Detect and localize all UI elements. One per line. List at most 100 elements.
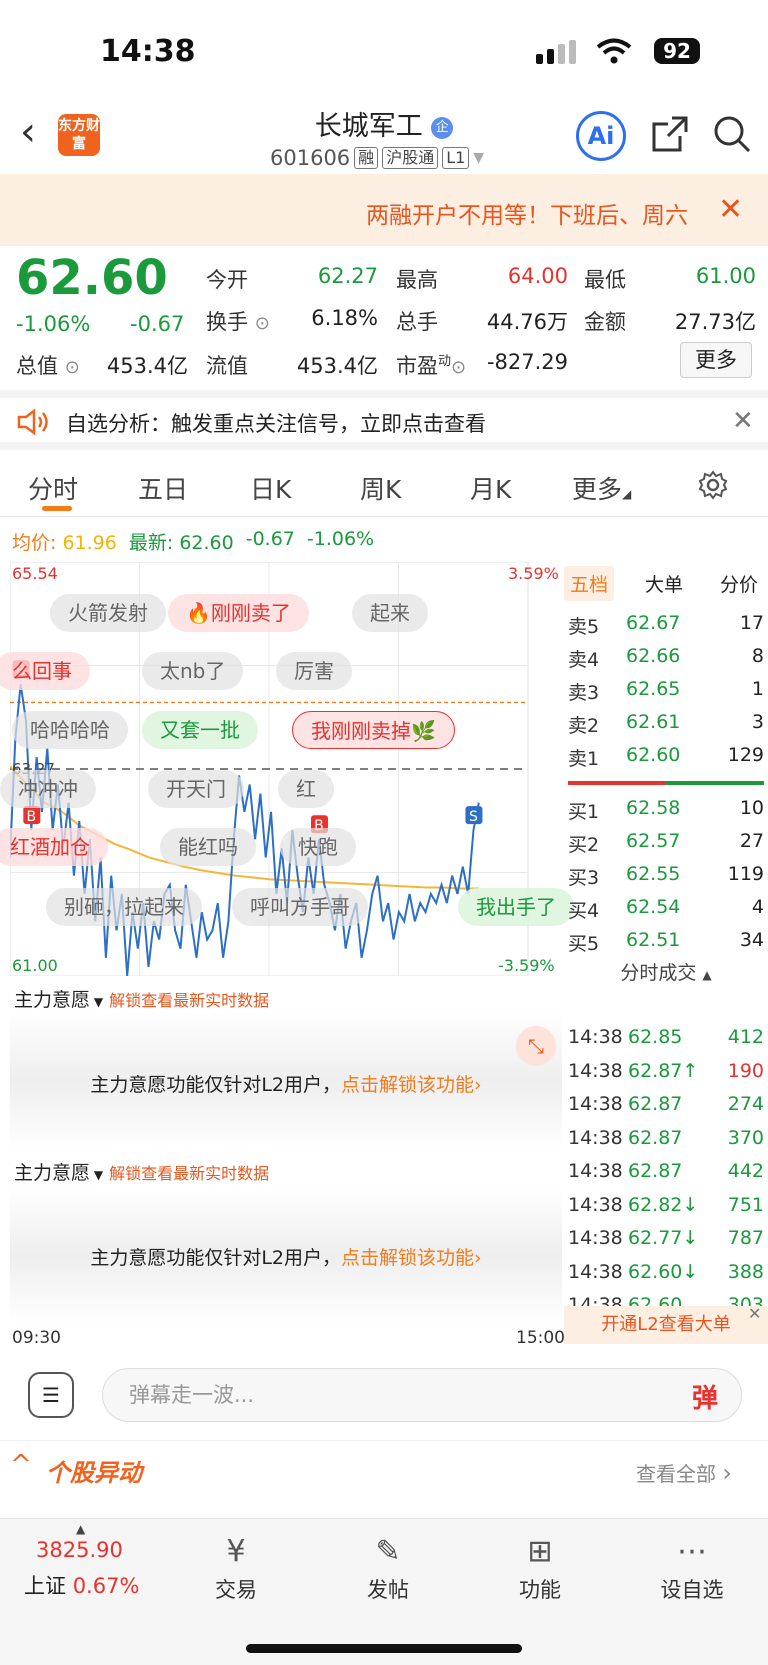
tab-five-level[interactable]: 五档 (564, 566, 615, 601)
tab-big-orders[interactable]: 大单 (639, 566, 689, 601)
info-icon[interactable]: ⊙ (255, 313, 270, 334)
bid-row: 买3 62.55 119 (568, 863, 764, 889)
nav-add-watchlist[interactable]: ⋯ 设自选 (642, 1530, 742, 1604)
index-name: 上证 (24, 1574, 66, 1598)
bid-row: 买1 62.58 10 (568, 797, 764, 823)
unlock-link[interactable]: 点击解锁该功能 (341, 1247, 474, 1269)
price-info-line: 均价: 61.96 最新: 62.60 -0.67 -1.06% (12, 528, 374, 555)
main-force-header[interactable]: 主力意愿 ▼ 解锁查看最新实时数据 (14, 985, 269, 1012)
main-force-header[interactable]: 主力意愿 ▼ 解锁查看最新实时数据 (14, 1158, 269, 1185)
trade-time: 14:38 (568, 1059, 623, 1082)
danmu-bubble: 火箭发射 (50, 594, 166, 632)
danmu-send-button[interactable]: 弹 (692, 1378, 718, 1415)
high-value: 64.00 (507, 264, 568, 288)
trade-price: 62.85 (628, 1026, 683, 1048)
nav-functions[interactable]: ⊞ 功能 (490, 1530, 590, 1604)
trade-vol: 751 (727, 1193, 764, 1216)
ask-row: 卖3 62.65 1 (568, 678, 764, 704)
amount-value: 27.73亿 (674, 310, 756, 334)
index-value[interactable]: 3825.90 (36, 1538, 123, 1562)
latest-change: -0.67 (245, 528, 295, 550)
trade-time: 14:38 (568, 1193, 623, 1216)
trade-price: 62.87↑ (628, 1059, 699, 1082)
tab-intraday[interactable]: 分时 (28, 470, 78, 506)
amount-label: 金额 (584, 310, 626, 334)
nav-post[interactable]: ✎ 发帖 (338, 1530, 438, 1604)
latest-label: 最新: (128, 532, 174, 554)
search-icon[interactable] (712, 114, 752, 154)
avg-label: 均价: (12, 532, 57, 554)
chevron-right-icon[interactable]: › (474, 1074, 482, 1096)
tab-weekly-k[interactable]: 周K (360, 470, 401, 506)
float-cap-label: 流值 (206, 354, 248, 378)
danmu-bubble: 哈哈哈哈 (12, 711, 128, 749)
trade-time: 14:38 (568, 1260, 623, 1283)
dropdown-icon[interactable]: ▼ (90, 1168, 103, 1182)
stock-sub: 601606 融 沪股通 L1 ▼ (270, 146, 484, 170)
danmu-bubble: 快跑 (280, 828, 356, 866)
main-force-select[interactable]: 主力意愿 (14, 989, 90, 1011)
expand-icon[interactable]: ⤡ (516, 1026, 556, 1066)
trade-time: 14:38 (568, 1026, 623, 1048)
promo-text[interactable]: 两融开户不用等！下班后、周六 (366, 196, 688, 230)
main-force-msg-text: 主力意愿功能仅针对L2用户， (90, 1247, 342, 1269)
pct-bottom-label: -3.59% (498, 956, 555, 975)
trades-title[interactable]: 分时成交 ▲ (568, 958, 764, 985)
tab-more[interactable]: 更多◢ (572, 470, 631, 506)
danmu-input[interactable]: 弹幕走一波... (102, 1368, 742, 1422)
trade-row: 14:38 62.77↓ 787 (568, 1227, 764, 1249)
wifi-icon (596, 38, 632, 64)
gear-icon[interactable] (698, 470, 728, 500)
market-cap-label[interactable]: 总值 ⊙ (16, 350, 80, 380)
close-icon[interactable]: ✕ (732, 406, 754, 436)
danmu-bubble: 红酒加仓 (0, 828, 108, 866)
main-force-select[interactable]: 主力意愿 (14, 1162, 90, 1184)
unlock-hint[interactable]: 解锁查看最新实时数据 (109, 991, 269, 1010)
notice-text[interactable]: 自选分析：触发重点关注信号，立即点击查看 (66, 408, 486, 438)
close-icon[interactable]: ✕ (748, 1304, 761, 1323)
latest-value: 62.60 (179, 532, 234, 554)
latest-pct: -1.06% (306, 528, 375, 550)
l2-upgrade-banner[interactable]: 开通L2查看大单 (564, 1306, 768, 1344)
index-pct: 0.67% (72, 1574, 140, 1598)
trade-row: 14:38 62.60↓ 388 (568, 1261, 764, 1283)
chevron-right-icon[interactable]: › (474, 1247, 482, 1269)
tab-daily-k[interactable]: 日K (250, 470, 291, 506)
tab-five-day[interactable]: 五日 (138, 470, 188, 506)
trade-marker-label: S (469, 809, 478, 825)
caret-down-icon[interactable]: ▼ (473, 150, 484, 166)
unlock-link[interactable]: 点击解锁该功能 (341, 1074, 474, 1096)
close-icon[interactable]: ✕ (718, 192, 743, 227)
trade-vol: 787 (727, 1227, 764, 1249)
info-icon[interactable]: ⊙ (65, 357, 80, 378)
stock-code: 601606 (270, 146, 351, 170)
turnover-label[interactable]: 换手 ⊙ (206, 306, 270, 336)
ai-button[interactable]: Ai (576, 111, 626, 161)
trade-row: 14:38 62.85 412 (568, 1026, 764, 1048)
view-all-link[interactable]: 查看全部 › (636, 1458, 732, 1487)
tab-more-label: 更多 (572, 475, 623, 504)
chevron-right-icon: › (722, 1459, 732, 1487)
tab-monthly-k[interactable]: 月K (470, 470, 511, 506)
trade-price: 62.82↓ (628, 1193, 699, 1216)
battery-indicator: 92 (654, 38, 700, 64)
fire-icon: 🔥 (186, 601, 211, 625)
danmu-bubble: 厉害 (276, 652, 352, 690)
nav-add-watchlist-label: 设自选 (660, 1578, 724, 1602)
pe-label[interactable]: 市盈动⊙ (396, 350, 466, 380)
price-pct: -1.06% (16, 312, 91, 336)
dropdown-icon[interactable]: ▼ (90, 995, 103, 1009)
chevron-up-icon[interactable]: ^ (10, 1450, 32, 1480)
info-icon[interactable]: ⊙ (451, 357, 466, 378)
danmu-settings-icon[interactable]: ☰ (28, 1372, 74, 1418)
trade-time: 14:38 (568, 1126, 623, 1149)
avg-value: 61.96 (62, 532, 117, 554)
tab-price-levels[interactable]: 分价 (714, 566, 764, 601)
share-icon[interactable] (650, 114, 690, 154)
turnover-label-text: 换手 (206, 310, 248, 334)
nav-trade[interactable]: ¥ 交易 (186, 1530, 286, 1604)
unlock-hint[interactable]: 解锁查看最新实时数据 (109, 1164, 269, 1183)
more-button[interactable]: 更多 (680, 342, 752, 378)
index-ticker[interactable]: 上证 0.67% (24, 1570, 139, 1600)
tag-l1: L1 (442, 147, 470, 169)
